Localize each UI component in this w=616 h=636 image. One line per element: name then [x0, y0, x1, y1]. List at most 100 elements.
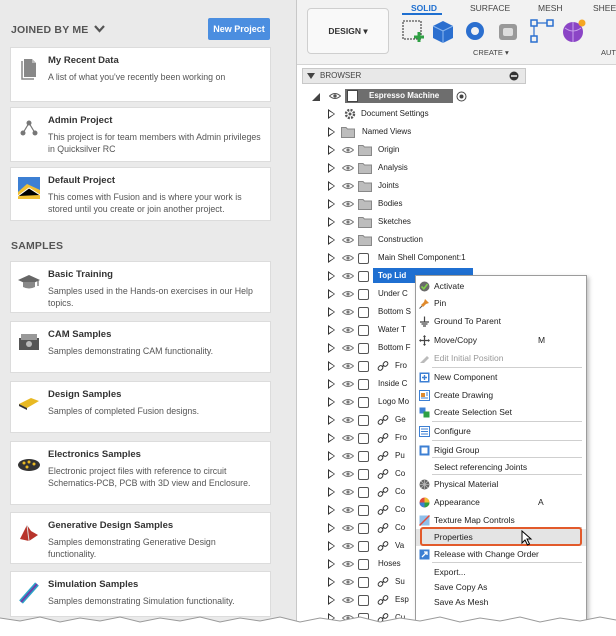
eye-icon[interactable]	[341, 182, 355, 190]
tab-sheet[interactable]: SHEET	[593, 3, 616, 13]
eye-icon[interactable]	[341, 434, 355, 442]
eye-icon[interactable]	[341, 272, 355, 280]
new-project-button[interactable]: New Project	[208, 18, 270, 40]
browser-header[interactable]: BROWSER	[302, 68, 526, 84]
new-sketch-icon[interactable]	[401, 18, 427, 49]
browser-tree-row[interactable]: Document Settings	[327, 105, 517, 123]
sample-card-design[interactable]: Design Samples Samples of completed Fusi…	[11, 382, 270, 432]
collapse-panel-icon[interactable]	[509, 71, 519, 83]
eye-icon[interactable]	[341, 506, 355, 514]
collapse-triangle-icon[interactable]	[307, 72, 315, 82]
tab-mesh[interactable]: MESH	[538, 3, 563, 13]
browser-tree-row[interactable]: Joints	[327, 177, 517, 195]
eye-icon[interactable]	[341, 416, 355, 424]
revolve-icon[interactable]	[464, 20, 486, 47]
menu-item-save-as-mesh[interactable]: Save As Mesh	[416, 594, 586, 611]
expand-triangle-icon[interactable]	[328, 343, 335, 353]
eye-icon[interactable]	[341, 236, 355, 244]
browser-root-row[interactable]: Espresso Machine	[309, 87, 479, 105]
menu-item-edit-initial-position[interactable]: Edit Initial Position	[416, 350, 586, 367]
browser-tree-row[interactable]: Main Shell Component:1	[327, 249, 517, 267]
expand-triangle-icon[interactable]	[328, 505, 335, 515]
menu-item-create-selection-set[interactable]: Create Selection Set	[416, 404, 586, 421]
expand-triangle-icon[interactable]	[328, 199, 335, 209]
menu-item-rigid-group[interactable]: Rigid Group	[416, 442, 586, 459]
expand-triangle-icon[interactable]	[328, 379, 335, 389]
eye-icon[interactable]	[341, 452, 355, 460]
chevron-down-icon[interactable]	[94, 24, 106, 36]
menu-item-create-drawing[interactable]: Create Drawing	[416, 387, 586, 404]
expand-triangle-icon[interactable]	[328, 487, 335, 497]
expand-triangle-icon[interactable]	[328, 325, 335, 335]
menu-item-select-referencing-joints[interactable]: Select referencing Joints	[416, 459, 586, 476]
browser-tree-row[interactable]: Sketches	[327, 213, 517, 231]
expand-triangle-icon[interactable]	[328, 541, 335, 551]
expand-triangle-icon[interactable]	[328, 181, 335, 191]
expand-triangle-icon[interactable]	[328, 253, 335, 263]
project-card-default[interactable]: Default Project This comes with Fusion a…	[11, 168, 270, 220]
expand-triangle-icon[interactable]	[328, 577, 335, 587]
expand-triangle-icon[interactable]	[328, 217, 335, 227]
eye-icon[interactable]	[341, 218, 355, 226]
sample-card-electronics[interactable]: Electronics Samples Electronic project f…	[11, 442, 270, 504]
expand-triangle-icon[interactable]	[328, 559, 335, 569]
sample-card-basic-training[interactable]: Basic Training Samples used in the Hands…	[11, 262, 270, 312]
tab-solid[interactable]: SOLID	[411, 3, 437, 13]
pattern-icon[interactable]	[529, 18, 555, 49]
menu-item-configure[interactable]: Configure	[416, 423, 586, 440]
menu-item-move-copy[interactable]: Move/Copy M	[416, 332, 586, 349]
expand-triangle-icon[interactable]	[328, 469, 335, 479]
browser-tree-row[interactable]: Construction	[327, 231, 517, 249]
expand-triangle-icon[interactable]	[328, 109, 335, 119]
expand-triangle-icon[interactable]	[328, 235, 335, 245]
expand-triangle-icon[interactable]	[328, 289, 335, 299]
expand-triangle-icon[interactable]	[328, 163, 335, 173]
eye-icon[interactable]	[341, 308, 355, 316]
eye-icon[interactable]	[341, 362, 355, 370]
browser-tree-row[interactable]: Origin	[327, 141, 517, 159]
sample-card-generative[interactable]: Generative Design Samples Samples demons…	[11, 513, 270, 563]
eye-icon[interactable]	[341, 524, 355, 532]
eye-icon[interactable]	[341, 290, 355, 298]
eye-icon[interactable]	[341, 596, 355, 604]
eye-icon[interactable]	[341, 542, 355, 550]
sphere-form-icon[interactable]	[561, 18, 587, 49]
eye-icon[interactable]	[341, 326, 355, 334]
menu-item-activate[interactable]: Activate	[416, 278, 586, 295]
expand-triangle-icon[interactable]	[328, 271, 335, 281]
expand-triangle-icon[interactable]	[328, 145, 335, 155]
expand-triangle-icon[interactable]	[328, 523, 335, 533]
menu-item-release-with-change-order[interactable]: Release with Change Order	[416, 546, 586, 563]
workspace-switcher[interactable]: DESIGN ▾	[307, 8, 389, 54]
menu-item-appearance[interactable]: Appearance A	[416, 494, 586, 511]
eye-icon[interactable]	[341, 398, 355, 406]
expand-triangle-icon[interactable]	[328, 127, 335, 137]
project-card-recent-data[interactable]: My Recent Data A list of what you've rec…	[11, 48, 270, 101]
radio-active-icon[interactable]	[456, 91, 467, 104]
menu-item-new-component[interactable]: New Component	[416, 369, 586, 386]
eye-icon[interactable]	[341, 344, 355, 352]
automate-menu-label[interactable]: AUT	[601, 48, 616, 57]
menu-item-ground-to-parent[interactable]: Ground To Parent	[416, 313, 586, 330]
eye-icon[interactable]	[341, 380, 355, 388]
browser-tree-row[interactable]: Bodies	[327, 195, 517, 213]
eye-icon[interactable]	[328, 92, 342, 100]
expand-triangle-icon[interactable]	[328, 433, 335, 443]
eye-icon[interactable]	[341, 200, 355, 208]
eye-icon[interactable]	[341, 578, 355, 586]
expand-triangle-icon[interactable]	[328, 451, 335, 461]
eye-icon[interactable]	[341, 146, 355, 154]
create-menu[interactable]: CREATE ▾	[473, 48, 509, 57]
extrude-icon[interactable]	[431, 18, 455, 49]
sample-card-cam[interactable]: CAM Samples Samples demonstrating CAM fu…	[11, 322, 270, 372]
browser-tree-row[interactable]: Analysis	[327, 159, 517, 177]
expand-triangle-icon[interactable]	[328, 397, 335, 407]
eye-icon[interactable]	[341, 488, 355, 496]
sample-card-simulation[interactable]: Simulation Samples Samples demonstrating…	[11, 572, 270, 616]
expanded-triangle-icon[interactable]	[311, 92, 321, 104]
eye-icon[interactable]	[341, 164, 355, 172]
eye-icon[interactable]	[341, 560, 355, 568]
expand-triangle-icon[interactable]	[328, 595, 335, 605]
expand-triangle-icon[interactable]	[328, 307, 335, 317]
joined-by-me-header[interactable]: JOINED BY ME	[11, 24, 106, 36]
